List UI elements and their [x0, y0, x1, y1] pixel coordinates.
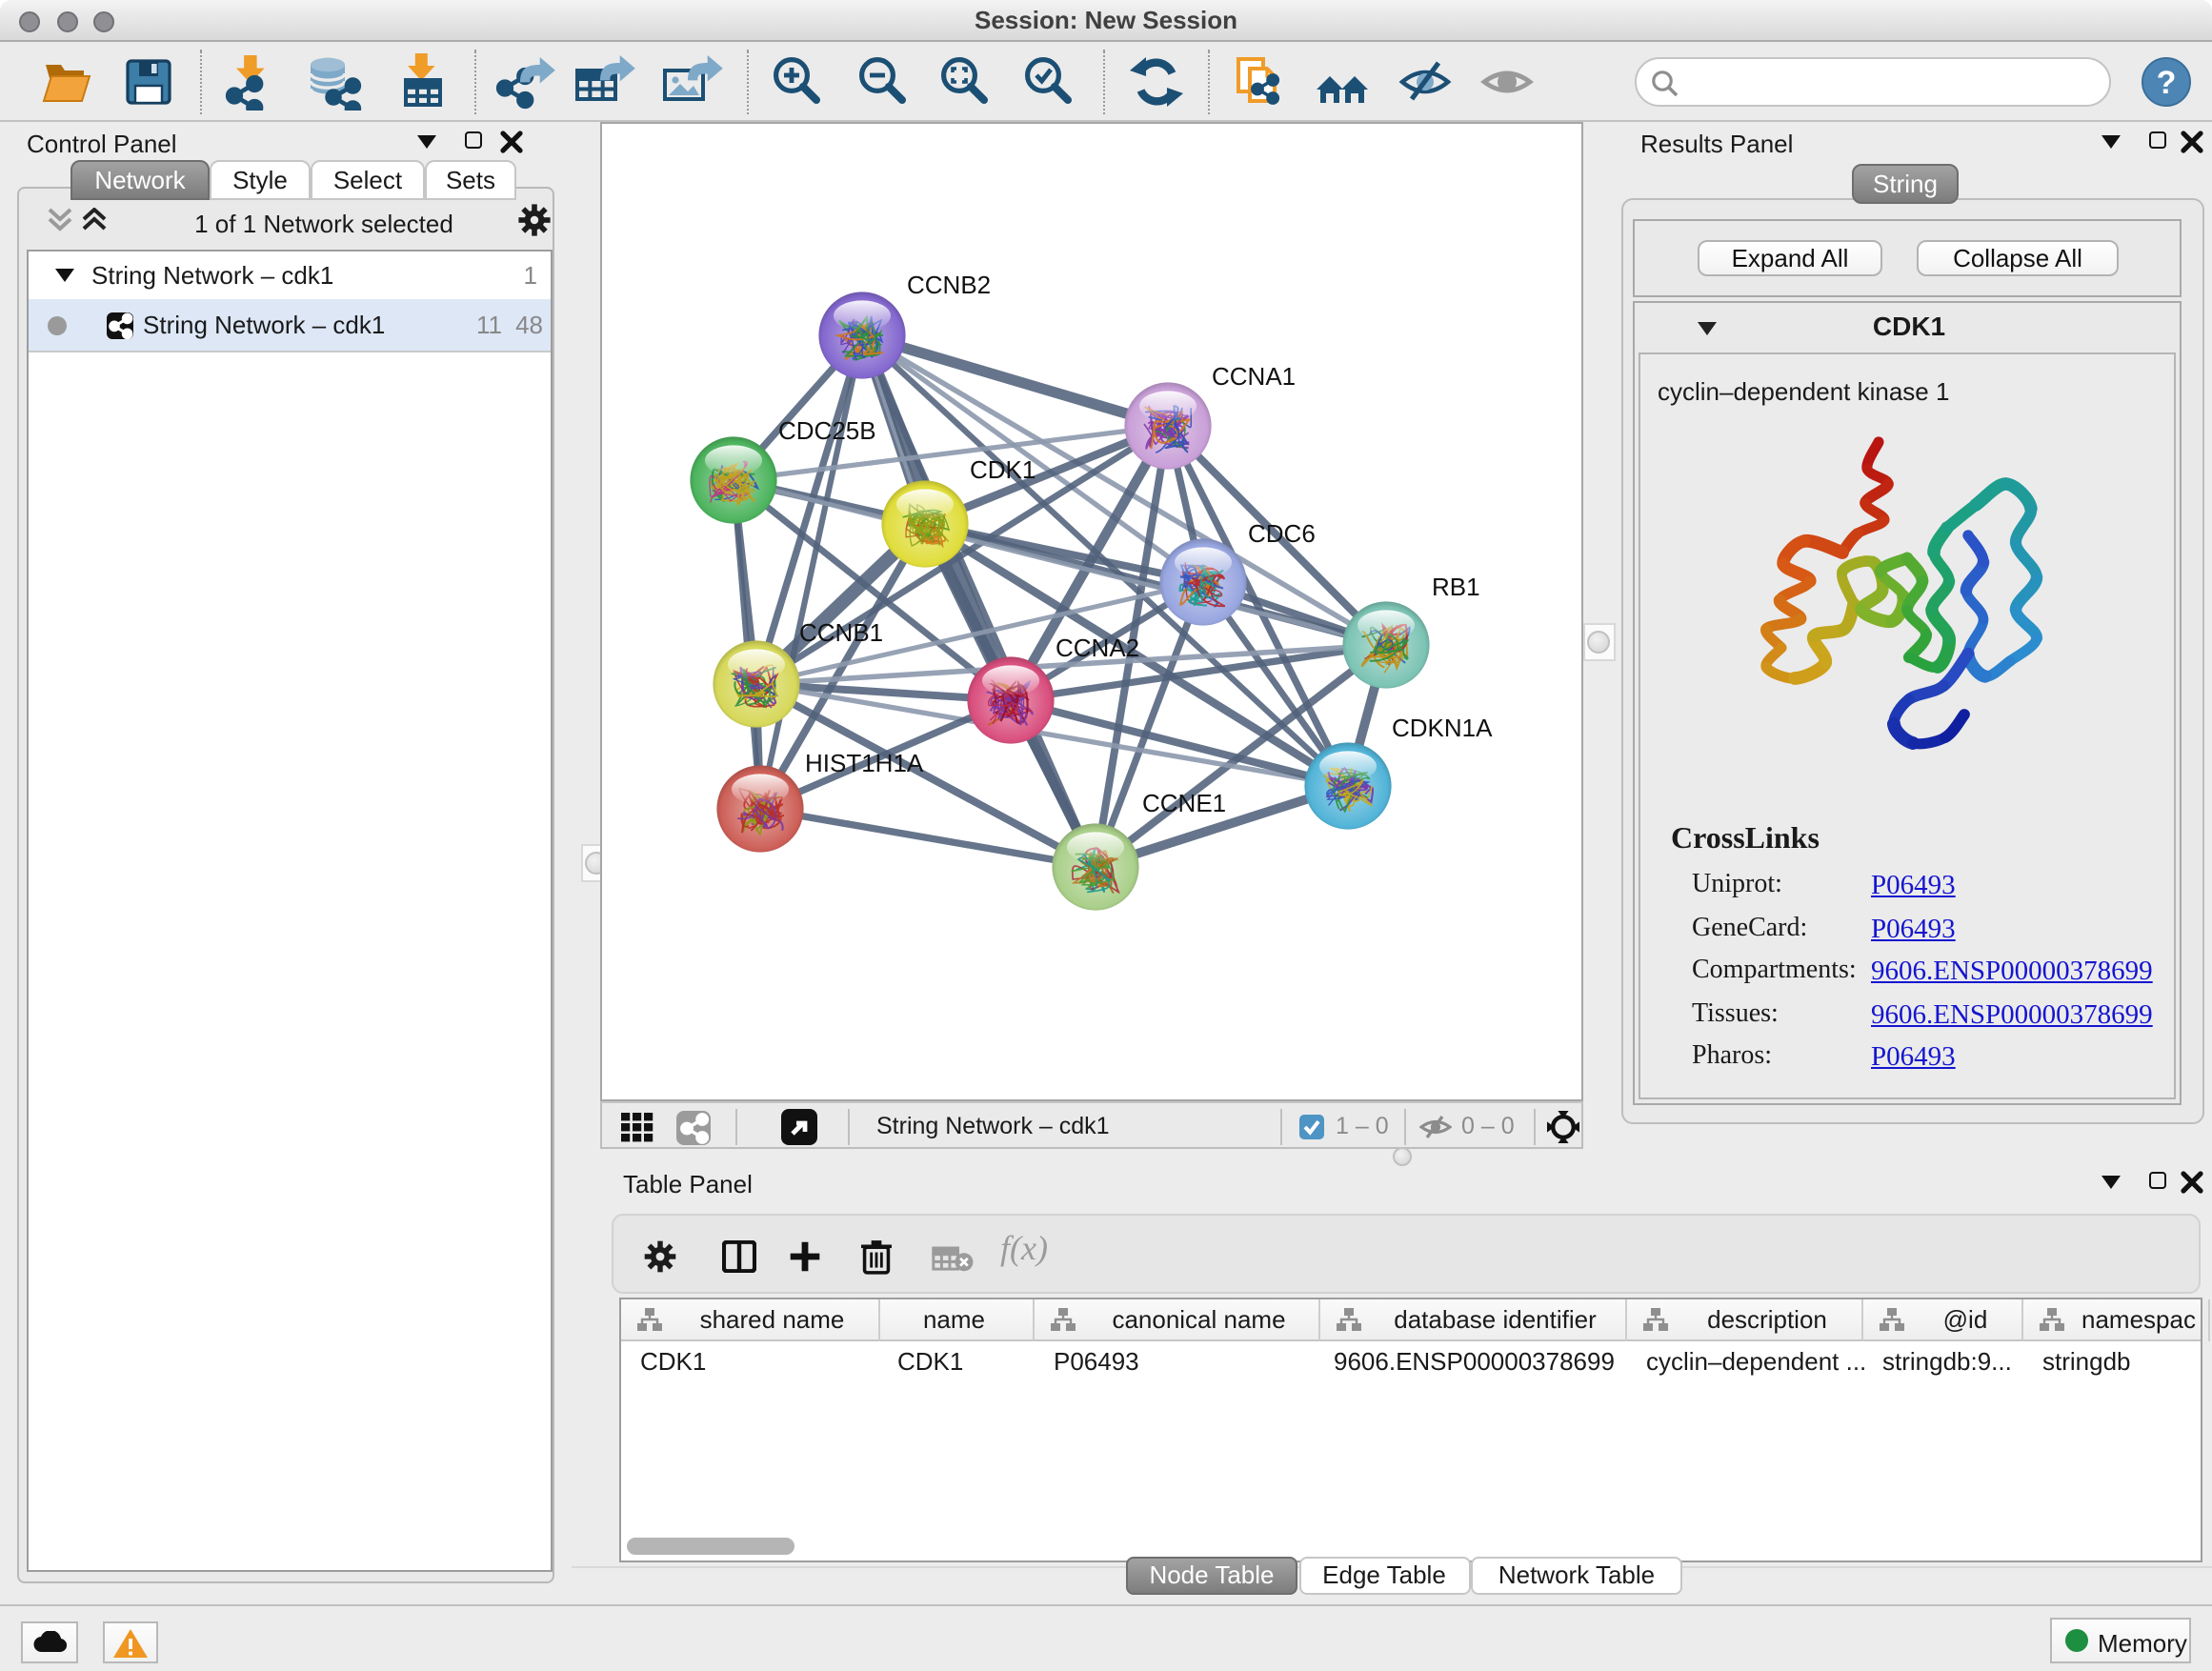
svg-text:?: ?	[2157, 65, 2177, 101]
svg-text:CDC25B: CDC25B	[778, 416, 876, 445]
svg-text:CDK1: CDK1	[970, 455, 1036, 484]
svg-text:CCNA2: CCNA2	[1056, 634, 1139, 662]
svg-text:CCNB1: CCNB1	[799, 618, 883, 647]
svg-text:CCNE1: CCNE1	[1142, 789, 1226, 817]
svg-text:CDC6: CDC6	[1248, 519, 1316, 548]
svg-text:RB1: RB1	[1432, 573, 1480, 601]
svg-text:CDKN1A: CDKN1A	[1392, 714, 1493, 742]
svg-text:HIST1H1A: HIST1H1A	[805, 749, 924, 777]
svg-text:CCNB2: CCNB2	[907, 271, 991, 299]
svg-text:CCNA1: CCNA1	[1212, 362, 1296, 391]
